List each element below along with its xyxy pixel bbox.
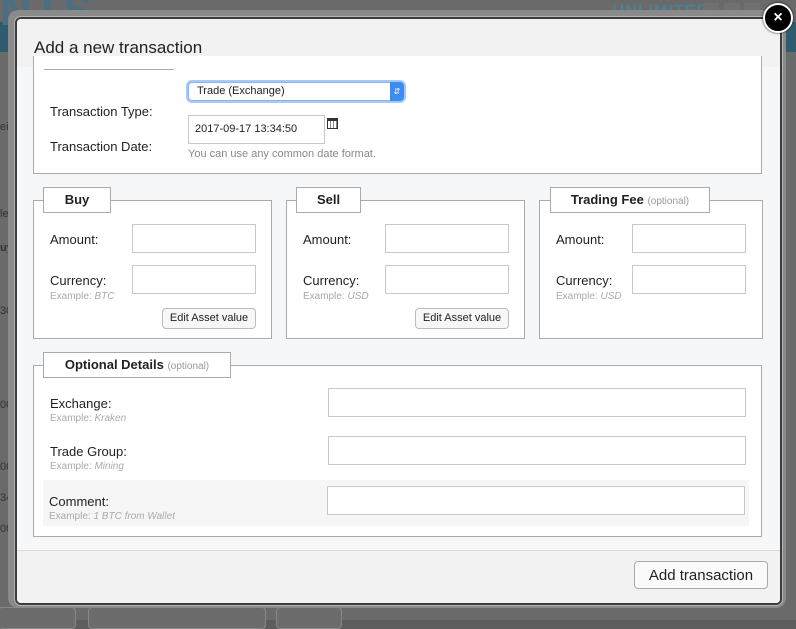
fee-amount-label: Amount: bbox=[556, 232, 605, 247]
sell-legend: Sell bbox=[296, 187, 361, 213]
buy-edit-asset-value-button[interactable]: Edit Asset value bbox=[162, 308, 256, 329]
example-prefix: Example: bbox=[50, 291, 95, 302]
modal-title: Add a new transaction bbox=[34, 38, 203, 57]
sell-currency-input[interactable] bbox=[385, 265, 509, 294]
fee-currency-label: Currency: bbox=[556, 273, 613, 288]
example-value: USD bbox=[600, 291, 622, 302]
sell-edit-asset-value-button[interactable]: Edit Asset value bbox=[415, 308, 509, 329]
close-icon[interactable]: × bbox=[763, 3, 793, 33]
date-format-hint: You can use any common date format. bbox=[188, 148, 376, 160]
trade-group-example: Example: Mining bbox=[50, 461, 124, 472]
sell-currency-label: Currency: bbox=[303, 273, 360, 288]
transaction-type-label: Transaction Type: bbox=[50, 104, 153, 119]
exchange-input[interactable] bbox=[328, 388, 746, 417]
general-legend-edge bbox=[44, 69, 174, 70]
transaction-date-label: Transaction Date: bbox=[50, 139, 153, 154]
background-tab bbox=[88, 607, 266, 629]
transaction-date-input[interactable]: 2017-09-17 13:34:50 bbox=[188, 115, 325, 144]
buy-amount-label: Amount: bbox=[50, 232, 99, 247]
sell-amount-label: Amount: bbox=[303, 232, 352, 247]
buy-currency-example: Example: BTC bbox=[50, 291, 114, 302]
comment-example: Example: 1 BTC from Wallet bbox=[49, 511, 175, 522]
buy-legend: Buy bbox=[43, 187, 111, 213]
add-transaction-dialog: Add a new transaction Transaction Type: … bbox=[15, 17, 782, 605]
sell-currency-example: Example: USD bbox=[303, 291, 369, 302]
sell-fieldset: Amount: Currency: Example: USD Edit Asse… bbox=[286, 200, 525, 339]
trading-fee-legend: Trading Fee (optional) bbox=[550, 187, 710, 213]
example-value: BTC bbox=[94, 291, 115, 302]
example-prefix: Example: bbox=[50, 461, 95, 472]
optional-details-legend: Optional Details (optional) bbox=[43, 352, 231, 378]
example-prefix: Example: bbox=[49, 511, 94, 522]
fee-legend-title: Trading Fee bbox=[570, 192, 644, 207]
fee-currency-example: Example: USD bbox=[556, 291, 622, 302]
buy-currency-label: Currency: bbox=[50, 273, 107, 288]
fee-optional-tag: (optional) bbox=[647, 196, 690, 207]
buy-fieldset: Amount: Currency: Example: BTC Edit Asse… bbox=[33, 200, 272, 339]
add-transaction-button[interactable]: Add transaction bbox=[634, 561, 768, 589]
trade-group-input[interactable] bbox=[328, 436, 746, 465]
example-value: Kraken bbox=[94, 413, 127, 424]
example-prefix: Example: bbox=[50, 413, 95, 424]
trading-fee-fieldset: Amount: Currency: Example: USD bbox=[539, 200, 763, 339]
buy-amount-input[interactable] bbox=[132, 224, 256, 253]
background-tab bbox=[0, 607, 76, 629]
trade-group-label: Trade Group: bbox=[50, 444, 127, 459]
select-arrows-icon: ⇵ bbox=[390, 82, 404, 101]
details-legend-title: Optional Details bbox=[64, 357, 164, 372]
comment-input[interactable] bbox=[327, 486, 745, 515]
modal-footer: Add transaction bbox=[17, 550, 780, 603]
example-prefix: Example: bbox=[303, 291, 348, 302]
exchange-example: Example: Kraken bbox=[50, 413, 126, 424]
sell-amount-input[interactable] bbox=[385, 224, 509, 253]
background-tab bbox=[276, 607, 342, 629]
calendar-icon[interactable] bbox=[327, 118, 338, 129]
fee-amount-input[interactable] bbox=[632, 224, 746, 253]
general-fieldset: Transaction Type: Transaction Date: bbox=[33, 56, 762, 174]
example-value: USD bbox=[347, 291, 369, 302]
transaction-type-select[interactable]: Trade (Exchange) ⇵ bbox=[188, 82, 404, 101]
details-optional-tag: (optional) bbox=[167, 361, 210, 372]
buy-currency-input[interactable] bbox=[132, 265, 256, 294]
fee-currency-input[interactable] bbox=[632, 265, 746, 294]
transaction-type-value: Trade (Exchange) bbox=[197, 85, 285, 97]
comment-label: Comment: bbox=[49, 494, 109, 509]
comment-row: Comment: Example: 1 BTC from Wallet bbox=[43, 480, 749, 526]
example-value: 1 BTC from Wallet bbox=[93, 511, 175, 522]
exchange-label: Exchange: bbox=[50, 396, 112, 411]
example-value: Mining bbox=[94, 461, 124, 472]
example-prefix: Example: bbox=[556, 291, 601, 302]
